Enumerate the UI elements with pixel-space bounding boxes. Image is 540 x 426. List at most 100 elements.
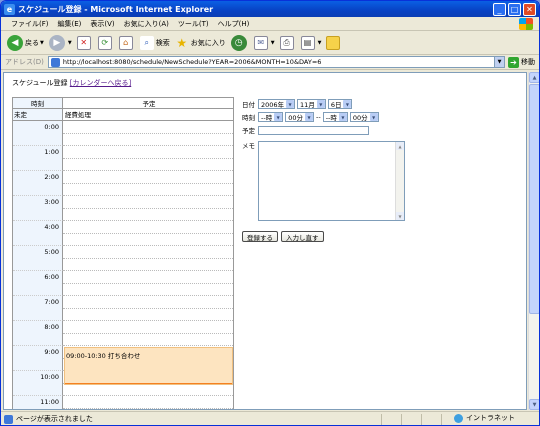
maximize-button[interactable]: □ xyxy=(508,2,521,16)
hour-row[interactable]: 6:00 xyxy=(13,271,233,296)
address-dropdown-icon[interactable]: ▼ xyxy=(494,57,504,67)
title-bar: e スケジュール登録 - Microsoft Internet Explorer… xyxy=(1,1,539,17)
refresh-button[interactable]: ⟳ xyxy=(97,35,114,50)
time-column-header: 時刻 xyxy=(13,98,63,108)
back-button[interactable]: ◀ 戻る ▼ xyxy=(7,34,44,51)
windows-logo-icon xyxy=(519,18,533,30)
register-button[interactable]: 登録する xyxy=(242,231,278,242)
menu-file[interactable]: ファイル(F) xyxy=(11,19,49,29)
year-select[interactable]: 2006年 ▼ xyxy=(258,99,296,109)
folder-button[interactable] xyxy=(326,35,342,50)
event-block[interactable]: 09:00-10:30 打ち合わせ xyxy=(64,347,233,385)
hour-row[interactable]: 5:00 xyxy=(13,246,233,271)
back-label: 戻る xyxy=(25,38,39,47)
reset-button[interactable]: 入力し直す xyxy=(281,231,324,242)
menu-help[interactable]: ヘルプ(H) xyxy=(218,19,250,29)
stop-icon: ✕ xyxy=(76,35,91,50)
search-button[interactable]: ⌕ 検索 xyxy=(139,35,170,50)
scroll-thumb[interactable] xyxy=(529,84,539,314)
go-label: 移動 xyxy=(521,58,535,66)
plan-column-header: 予定 xyxy=(142,100,156,108)
chevron-down-icon: ▼ xyxy=(338,113,347,121)
close-button[interactable]: ✕ xyxy=(523,2,536,16)
hour-row[interactable]: 0:00 xyxy=(13,121,233,146)
go-arrow-icon: ➔ xyxy=(508,56,519,68)
hour-label: 11:00 xyxy=(13,396,63,409)
page-scrollbar[interactable]: ▲ ▼ xyxy=(528,72,539,410)
back-dropdown-icon[interactable]: ▼ xyxy=(40,40,44,46)
chevron-down-icon: ▼ xyxy=(304,113,313,121)
print-icon: ⎙ xyxy=(279,35,294,50)
hour-row[interactable]: 4:00 xyxy=(13,221,233,246)
mail-button[interactable]: ✉ ▼ xyxy=(253,35,275,50)
hour-row[interactable]: 8:00 xyxy=(13,321,233,346)
end-hour-select[interactable]: --時 ▼ xyxy=(322,112,348,122)
time-separator: -- xyxy=(315,113,321,121)
end-minute-select[interactable]: 00分 ▼ xyxy=(349,112,379,122)
scroll-down-icon: ▼ xyxy=(396,212,404,220)
address-input[interactable]: http://localhost:8080/schedule/NewSchedu… xyxy=(47,56,505,68)
zone-label: イントラネット xyxy=(466,414,515,422)
hour-row[interactable]: 3:00 xyxy=(13,196,233,221)
address-bar: アドレス(D) http://localhost:8080/schedule/N… xyxy=(1,55,539,70)
mail-dropdown-icon[interactable]: ▼ xyxy=(271,40,275,46)
memo-textarea[interactable]: ▲ ▼ xyxy=(258,141,405,221)
star-icon: ★ xyxy=(176,35,188,50)
start-hour-select[interactable]: --時 ▼ xyxy=(258,112,284,122)
hour-label: 8:00 xyxy=(13,321,63,346)
print-button[interactable]: ⎙ xyxy=(279,35,296,50)
schedule-form: 日付 2006年 ▼ 11月 ▼ 6日 ▼ 時刻 --時 ▼ 00分 ▼ -- --時 ▼ … xyxy=(242,98,405,242)
mail-icon: ✉ xyxy=(253,35,268,50)
stop-button[interactable]: ✕ xyxy=(76,35,93,50)
forward-dropdown-icon[interactable]: ▼ xyxy=(68,40,72,46)
edit-page-icon: ▤ xyxy=(300,35,315,50)
menu-tools[interactable]: ツール(T) xyxy=(178,19,209,29)
day-select[interactable]: 6日 ▼ xyxy=(327,99,353,109)
plan-label: 予定 xyxy=(242,127,255,135)
scroll-up-icon: ▲ xyxy=(396,142,404,150)
status-bar: ページが表示されました イントラネット xyxy=(1,411,539,425)
search-icon: ⌕ xyxy=(139,35,154,50)
date-label: 日付 xyxy=(242,101,255,109)
browser-window: e スケジュール登録 - Microsoft Internet Explorer… xyxy=(0,0,540,426)
edit-dropdown-icon[interactable]: ▼ xyxy=(318,40,322,46)
forward-button[interactable]: ▶ ▼ xyxy=(48,34,72,51)
hour-label: 7:00 xyxy=(13,296,63,321)
start-minute-select[interactable]: 00分 ▼ xyxy=(285,112,314,122)
menu-edit[interactable]: 編集(E) xyxy=(58,19,82,29)
menu-bar: ファイル(F) 編集(E) 表示(V) お気に入り(A) ツール(T) ヘルプ(… xyxy=(1,17,539,31)
month-select[interactable]: 11月 ▼ xyxy=(297,99,326,109)
hour-row[interactable]: 11:00 xyxy=(13,396,233,409)
hour-row[interactable]: 1:00 xyxy=(13,146,233,171)
favorites-button[interactable]: ★ お気に入り xyxy=(175,35,225,50)
go-button[interactable]: ➔ 移動 xyxy=(508,56,535,68)
hour-row[interactable]: 7:00 xyxy=(13,296,233,321)
hour-label: 9:00 xyxy=(13,346,63,371)
calendar-link[interactable]: [カレンダーへ戻る] xyxy=(70,79,131,87)
history-button[interactable]: ◷ xyxy=(230,34,249,51)
minimize-button[interactable]: _ xyxy=(493,2,506,16)
menu-view[interactable]: 表示(V) xyxy=(90,19,114,29)
allday-row: 未定 経費処理 xyxy=(13,109,233,121)
hour-label: 1:00 xyxy=(13,146,63,171)
hour-label: 2:00 xyxy=(13,171,63,196)
folder-icon xyxy=(326,35,341,50)
chevron-down-icon: ▼ xyxy=(316,100,325,108)
home-icon: ⌂ xyxy=(118,35,133,50)
scroll-up-icon[interactable]: ▲ xyxy=(529,72,539,83)
history-icon: ◷ xyxy=(230,34,247,51)
hour-row[interactable]: 2:00 xyxy=(13,171,233,196)
schedule-table: 時刻 予定 未定 経費処理 0:00 1:00 2:00 3:00 4:00 5… xyxy=(12,97,234,409)
home-button[interactable]: ⌂ xyxy=(118,35,135,50)
edit-button[interactable]: ▤ ▼ xyxy=(300,35,322,50)
event-label: 09:00-10:30 打ち合わせ xyxy=(66,352,141,360)
window-title: スケジュール登録 - Microsoft Internet Explorer xyxy=(18,4,214,14)
memo-scrollbar[interactable]: ▲ ▼ xyxy=(395,142,404,220)
menu-favorites[interactable]: お気に入り(A) xyxy=(124,19,169,29)
plan-input[interactable] xyxy=(258,125,369,135)
scroll-down-icon[interactable]: ▼ xyxy=(529,399,539,410)
date-row: 日付 2006年 ▼ 11月 ▼ 6日 ▼ xyxy=(242,98,405,110)
hour-label: 6:00 xyxy=(13,271,63,296)
allday-item[interactable]: 経費処理 xyxy=(63,109,233,120)
plan-row: 予定 xyxy=(242,124,405,136)
